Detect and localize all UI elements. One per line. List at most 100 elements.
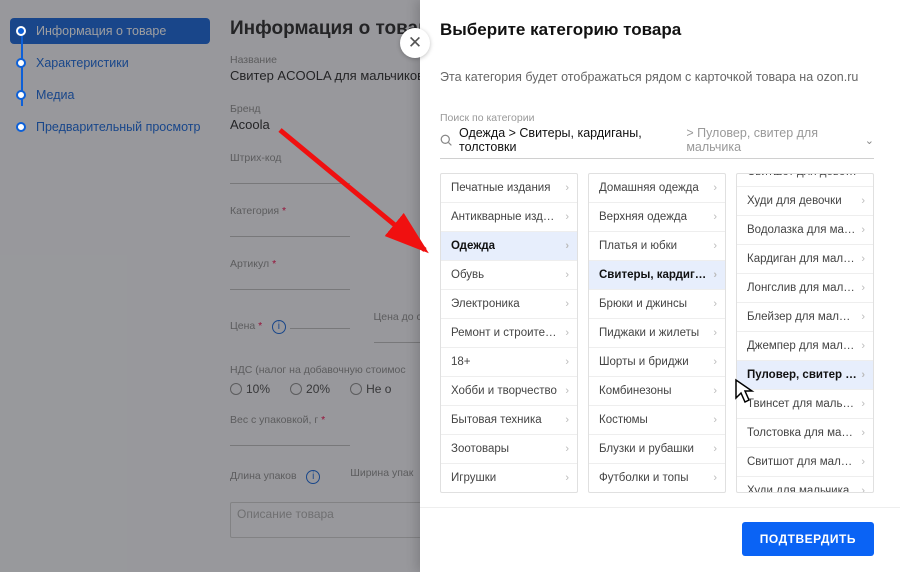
category-item[interactable]: Костюмы › — [589, 406, 725, 435]
chevron-right-icon: › — [561, 182, 569, 194]
confirm-button[interactable]: ПОДТВЕРДИТЬ — [742, 522, 874, 556]
category-item-label: Костюмы — [599, 414, 648, 426]
category-item[interactable]: Зоотовары› — [441, 435, 577, 464]
category-item-label: Свитшот для дево… — [747, 174, 857, 178]
category-item[interactable]: 18+› — [441, 348, 577, 377]
chevron-right-icon: › — [709, 298, 717, 310]
category-item[interactable]: Свитшот для маль…› — [737, 448, 873, 477]
category-item[interactable]: Домашняя одежда› — [589, 174, 725, 203]
category-item-label: Печатные издания — [451, 182, 550, 194]
close-button[interactable]: ✕ — [400, 28, 430, 58]
category-item[interactable]: Брюки и джинсы› — [589, 290, 725, 319]
chevron-right-icon: › — [561, 240, 569, 252]
category-item-label: Толстовка для ма… — [747, 427, 853, 439]
category-item[interactable]: Антикварные изд… › — [441, 203, 577, 232]
category-item-label: Худи для мальчика — [747, 485, 849, 492]
search-icon — [440, 134, 453, 147]
category-col-1-scroll[interactable]: Печатные издания›Антикварные изд…›Одежда… — [441, 174, 577, 492]
category-item-label: Обувь — [451, 269, 484, 281]
chevron-right-icon: › — [709, 211, 717, 223]
panel-title: Выберите категорию товара — [440, 20, 874, 40]
category-item[interactable]: Одежда › — [441, 232, 577, 261]
chevron-right-icon: › — [709, 240, 717, 252]
chevron-right-icon: › — [857, 485, 865, 492]
close-icon: ✕ — [408, 33, 422, 53]
category-item-label: Твинсет для маль… — [747, 398, 854, 410]
chevron-right-icon: › — [561, 356, 569, 368]
category-item[interactable]: Верхняя одежда› — [589, 203, 725, 232]
step-bullet-icon — [16, 26, 26, 36]
chevron-right-icon: › — [709, 356, 717, 368]
category-item-label: Пуловер, свитер … — [747, 369, 857, 381]
chevron-right-icon: › — [857, 340, 865, 352]
chevron-right-icon: › — [561, 211, 569, 223]
category-item-label: Лонгслив для мал… — [747, 282, 855, 294]
category-item-label: Джемпер для мал… — [747, 340, 854, 352]
category-item[interactable]: Пиджаки и жилеты› — [589, 319, 725, 348]
breadcrumb-leaf: > Пуловер, свитер для мальчика — [686, 126, 858, 154]
chevron-right-icon: › — [561, 327, 569, 339]
category-col-3-scroll[interactable]: Свитшот для дево…›Худи для девочки›Водол… — [737, 174, 873, 492]
category-item[interactable]: Блузки и рубашки› — [589, 435, 725, 464]
category-item[interactable]: Ремонт и строите… › — [441, 319, 577, 348]
category-item[interactable]: Блейзер для мал…› — [737, 303, 873, 332]
category-item[interactable]: Печатные издания › — [441, 174, 577, 203]
category-search-input[interactable]: Одежда > Свитеры, кардиганы, толстовки >… — [440, 126, 874, 159]
category-item[interactable]: Твинсет для маль…› — [737, 390, 873, 419]
category-col-2: Домашняя одежда›Верхняя одежда›Платья и … — [588, 173, 726, 493]
category-item-label: Антикварные изд… — [451, 211, 554, 223]
category-item-label: Свитеры, кардиг… — [599, 269, 706, 281]
category-item[interactable]: Кардиган для мал…› — [737, 245, 873, 274]
category-item[interactable]: Бытовая техника › — [441, 406, 577, 435]
category-item[interactable]: Джемпер для мал…› — [737, 332, 873, 361]
category-item[interactable]: Хобби и творчество › — [441, 377, 577, 406]
category-item[interactable]: Водолазка для ма…› — [737, 216, 873, 245]
category-item-label: Пиджаки и жилеты — [599, 327, 699, 339]
category-item[interactable]: Лонгслив для мал…› — [737, 274, 873, 303]
category-item-label: Игрушки — [451, 472, 496, 484]
category-item-label: Футболки и топы — [599, 472, 689, 484]
category-columns: Печатные издания›Антикварные изд…›Одежда… — [440, 173, 874, 493]
step-bullet-icon — [16, 58, 26, 68]
category-item[interactable]: Электроника› — [441, 290, 577, 319]
chevron-right-icon: › — [857, 311, 865, 323]
chevron-right-icon: › — [709, 414, 717, 426]
category-col-1: Печатные издания›Антикварные изд…›Одежда… — [440, 173, 578, 493]
category-item-label: Комбинезоны — [599, 385, 672, 397]
chevron-right-icon: › — [857, 282, 865, 294]
search-label: Поиск по категории — [440, 112, 874, 124]
category-item-label: Шорты и бриджи — [599, 356, 689, 368]
category-item[interactable]: Обувь› — [441, 261, 577, 290]
category-col-2-scroll[interactable]: Домашняя одежда›Верхняя одежда›Платья и … — [589, 174, 725, 492]
category-item[interactable]: Свитшот для дево…› — [737, 174, 873, 187]
chevron-right-icon: › — [561, 385, 569, 397]
chevron-right-icon: › — [857, 253, 865, 265]
category-item[interactable]: Худи для мальчика › — [737, 477, 873, 492]
category-item[interactable]: Свитеры, кардиг…› — [589, 261, 725, 290]
chevron-right-icon: › — [561, 298, 569, 310]
category-item[interactable]: Пуловер, свитер …› — [737, 361, 873, 390]
category-item-label: Водолазка для ма… — [747, 224, 855, 236]
category-item-label: Одежда — [451, 240, 495, 252]
breadcrumb-selected: Одежда > Свитеры, кардиганы, толстовки — [459, 126, 680, 154]
chevron-right-icon: › — [857, 174, 865, 178]
category-item-label: Бытовая техника — [451, 414, 542, 426]
category-item[interactable]: Худи для девочки› — [737, 187, 873, 216]
category-item[interactable]: Толстовка для ма… › — [737, 419, 873, 448]
category-item[interactable]: Шорты и бриджи › — [589, 348, 725, 377]
category-item[interactable]: Платья и юбки › — [589, 232, 725, 261]
panel-footer: ПОДТВЕРДИТЬ — [420, 507, 900, 572]
chevron-right-icon: › — [561, 414, 569, 426]
category-item-label: Худи для девочки — [747, 195, 842, 207]
category-item[interactable]: Футболки и топы› — [589, 464, 725, 492]
category-item[interactable]: Игрушки› — [441, 464, 577, 492]
chevron-down-icon: ⌄ — [865, 134, 874, 147]
step-bullet-icon — [16, 90, 26, 100]
category-item[interactable]: Комбинезоны › — [589, 377, 725, 406]
category-item-label: Платья и юбки — [599, 240, 677, 252]
category-item-label: Хобби и творчество — [451, 385, 557, 397]
chevron-right-icon: › — [857, 427, 865, 439]
category-item-label: Ремонт и строите… — [451, 327, 557, 339]
panel-hint: Эта категория будет отображаться рядом с… — [440, 70, 874, 84]
chevron-right-icon: › — [709, 385, 717, 397]
